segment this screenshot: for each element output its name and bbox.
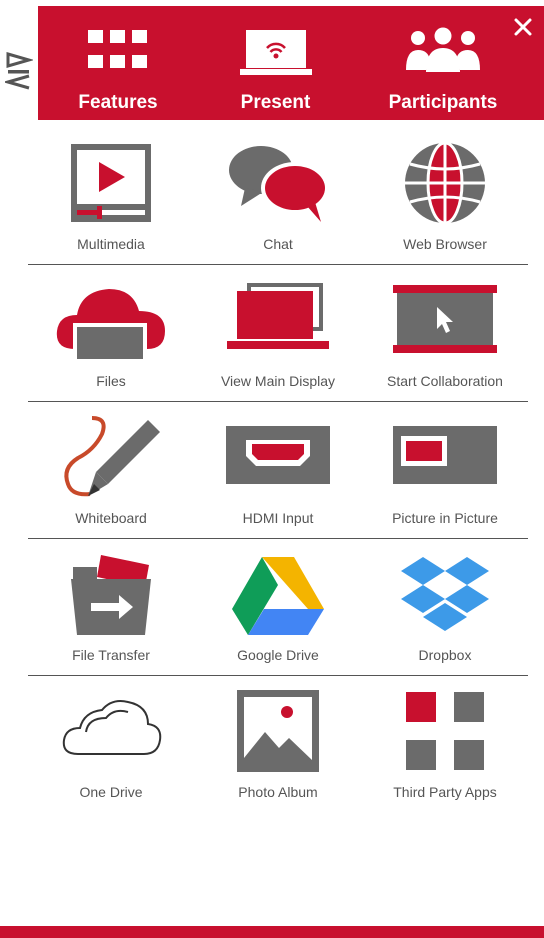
tab-participants[interactable]: Participants <box>368 6 518 120</box>
feature-label: Web Browser <box>403 236 487 252</box>
feature-label: Whiteboard <box>75 510 147 526</box>
chat-icon <box>229 146 329 222</box>
people-icon <box>406 27 480 72</box>
close-icon[interactable] <box>512 16 534 38</box>
feature-label: Picture in Picture <box>392 510 498 526</box>
globe-icon <box>405 141 485 225</box>
cloud-files-icon <box>56 289 165 361</box>
feature-label: Multimedia <box>77 236 145 252</box>
pip-icon <box>393 426 497 484</box>
features-row: File Transfer Google Drive Dropbox <box>28 539 528 676</box>
feature-label: File Transfer <box>72 647 150 663</box>
feature-start-collaboration[interactable]: Start Collaboration <box>362 265 528 401</box>
top-border <box>0 0 544 5</box>
features-grid: Multimedia Chat Web Browser Files View M… <box>28 128 528 812</box>
feature-photo-album[interactable]: Photo Album <box>195 676 361 812</box>
photo-album-icon <box>237 690 319 772</box>
feature-label: Start Collaboration <box>387 373 503 389</box>
tab-features-label: Features <box>78 92 158 113</box>
laptop-wifi-icon <box>239 30 312 75</box>
laptop-display-icon <box>227 283 329 349</box>
google-drive-icon <box>232 557 324 635</box>
hdmi-icon <box>226 426 330 484</box>
feature-whiteboard[interactable]: Whiteboard <box>28 402 194 538</box>
multimedia-icon <box>71 144 151 222</box>
feature-files[interactable]: Files <box>28 265 194 401</box>
features-row: Files View Main Display Start Collaborat… <box>28 265 528 402</box>
pencil-icon <box>64 416 160 497</box>
feature-google-drive[interactable]: Google Drive <box>195 539 361 675</box>
tab-present-label: Present <box>240 92 311 113</box>
grid-icon <box>88 30 147 68</box>
feature-label: Chat <box>263 236 293 252</box>
feature-label: Files <box>96 373 126 389</box>
logo-strip <box>0 6 39 120</box>
apps-icon <box>406 692 484 770</box>
feature-label: HDMI Input <box>242 510 314 526</box>
feature-label: One Drive <box>79 784 143 800</box>
tab-participants-label: Participants <box>388 92 498 113</box>
feature-multimedia[interactable]: Multimedia <box>28 128 194 264</box>
features-row: Whiteboard HDMI Input Picture in Picture <box>28 402 528 539</box>
collaboration-screen-icon <box>393 285 497 353</box>
feature-third-party-apps[interactable]: Third Party Apps <box>362 676 528 812</box>
bottom-bar <box>0 926 544 938</box>
feature-one-drive[interactable]: One Drive <box>28 676 194 812</box>
feature-view-main-display[interactable]: View Main Display <box>195 265 361 401</box>
feature-label: Google Drive <box>237 647 319 663</box>
via-logo <box>5 52 33 90</box>
feature-chat[interactable]: Chat <box>195 128 361 264</box>
feature-label: Photo Album <box>238 784 318 800</box>
feature-label: View Main Display <box>220 373 336 389</box>
dropbox-icon <box>401 557 489 631</box>
feature-label: Third Party Apps <box>393 784 497 800</box>
feature-hdmi-input[interactable]: HDMI Input <box>195 402 361 538</box>
features-row: Multimedia Chat Web Browser <box>28 128 528 265</box>
folder-transfer-icon <box>71 555 151 635</box>
feature-dropbox[interactable]: Dropbox <box>362 539 528 675</box>
feature-web-browser[interactable]: Web Browser <box>362 128 528 264</box>
top-nav-bar: Features Present Participants <box>38 6 544 120</box>
tab-present[interactable]: Present <box>198 6 353 120</box>
feature-file-transfer[interactable]: File Transfer <box>28 539 194 675</box>
tab-features[interactable]: Features <box>38 6 198 120</box>
features-row: One Drive Photo Album Third Party Apps <box>28 676 528 812</box>
feature-picture-in-picture[interactable]: Picture in Picture <box>362 402 528 538</box>
onedrive-icon <box>62 700 162 755</box>
feature-label: Dropbox <box>418 647 472 663</box>
